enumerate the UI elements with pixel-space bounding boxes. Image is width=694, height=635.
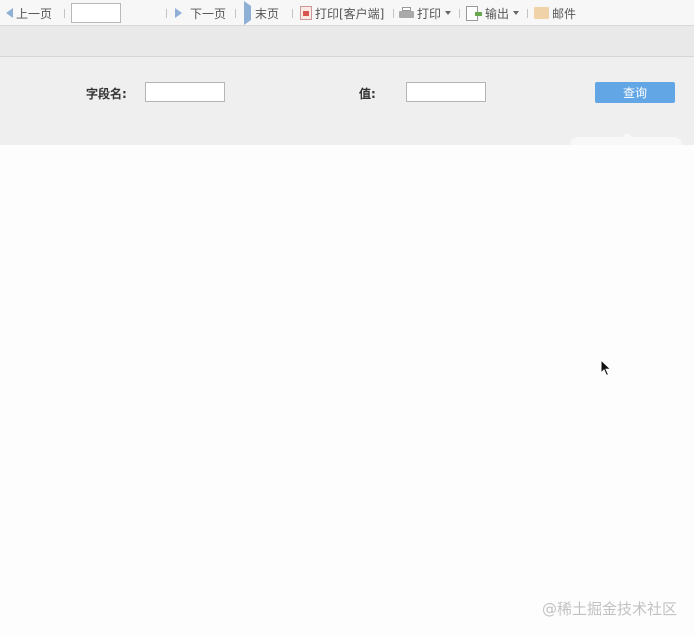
toolbar-divider	[166, 9, 167, 18]
page-number-input[interactable]	[71, 3, 121, 23]
export-button[interactable]: 输出	[466, 0, 520, 26]
field-name-input[interactable]	[145, 82, 225, 102]
value-input[interactable]	[406, 82, 486, 102]
report-content-area	[0, 145, 694, 635]
export-icon	[466, 5, 482, 21]
collapse-tab[interactable]	[570, 133, 682, 145]
print-button[interactable]: 打印	[399, 0, 452, 26]
toolbar-divider	[527, 9, 528, 18]
prev-page-label: 上一页	[16, 6, 53, 21]
toolbar-divider	[393, 9, 394, 18]
mail-label: 邮件	[552, 6, 577, 21]
mail-icon	[534, 7, 549, 19]
watermark: @稀土掘金技术社区	[541, 600, 677, 618]
toolbar-divider	[64, 9, 65, 18]
toolbar-divider	[235, 9, 236, 18]
arrow-left-icon	[6, 8, 13, 18]
chevron-down-icon	[513, 11, 520, 15]
last-page-icon	[244, 1, 252, 25]
report-toolbar: 上一页 下一页 末页 打印[客户端] 打印 输出 邮件	[0, 0, 694, 26]
toolbar-divider	[292, 9, 293, 18]
mouse-cursor-icon	[600, 359, 612, 377]
parameter-band	[0, 26, 694, 57]
printer-icon	[399, 7, 414, 19]
value-label: 值:	[359, 87, 376, 101]
pdf-icon	[300, 6, 312, 20]
field-name-label: 字段名:	[86, 87, 127, 101]
last-page-label: 末页	[255, 6, 280, 21]
toolbar-divider	[459, 9, 460, 18]
export-label: 输出	[485, 6, 510, 21]
print-client-button[interactable]: 打印[客户端]	[300, 0, 384, 26]
mail-button[interactable]: 邮件	[534, 0, 576, 26]
print-client-label: 打印[客户端]	[315, 6, 385, 21]
query-form: 字段名: 值: 查询	[0, 57, 694, 145]
last-page-button[interactable]: 末页	[244, 0, 279, 26]
print-label: 打印	[417, 6, 442, 21]
next-page-label: 下一页	[190, 6, 227, 21]
chevron-down-icon	[445, 11, 452, 15]
query-button[interactable]: 查询	[595, 82, 675, 103]
next-page-button[interactable]: 下一页	[175, 0, 226, 26]
arrow-right-icon	[175, 8, 182, 18]
prev-page-button[interactable]: 上一页	[6, 0, 52, 26]
